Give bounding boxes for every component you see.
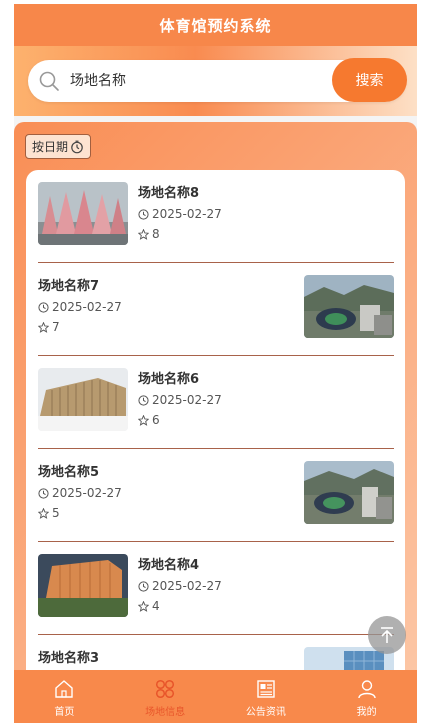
home-icon bbox=[55, 680, 74, 698]
bottom-tab-bar: 首页 场地信息 公告资讯 我的 bbox=[14, 670, 417, 723]
venue-likes: 6 bbox=[152, 413, 160, 427]
venue-image bbox=[38, 368, 128, 431]
venue-item[interactable]: 场地名称6 2025-02-27 6 bbox=[38, 356, 394, 449]
star-icon bbox=[38, 322, 49, 333]
venue-name: 场地名称7 bbox=[38, 279, 100, 294]
venue-date: 2025-02-27 bbox=[52, 300, 122, 314]
venue-date: 2025-02-27 bbox=[152, 393, 222, 407]
search-icon bbox=[38, 70, 60, 92]
app-frame: 体育馆预约系统 场地名称 搜索 按日期 场地名称8 2025-02-27 8 场… bbox=[14, 4, 417, 723]
venue-item[interactable]: 场地名称5 2025-02-27 5 bbox=[38, 449, 394, 542]
venue-name: 场地名称6 bbox=[138, 372, 200, 387]
venue-name: 场地名称8 bbox=[138, 186, 200, 201]
clock-icon bbox=[138, 581, 149, 592]
venue-likes: 4 bbox=[152, 599, 160, 613]
tab-news[interactable]: 公告资讯 bbox=[216, 670, 317, 723]
user-icon bbox=[357, 680, 376, 699]
venue-list: 场地名称8 2025-02-27 8 场地名称7 2025-02-27 7 场地… bbox=[26, 170, 405, 710]
clock-icon bbox=[138, 209, 149, 220]
clock-icon bbox=[38, 302, 49, 313]
venue-image bbox=[304, 461, 394, 524]
venue-name: 场地名称3 bbox=[38, 651, 100, 666]
venue-image bbox=[304, 275, 394, 338]
venue-panel: 按日期 场地名称8 2025-02-27 8 场地名称7 2025-02-27 … bbox=[14, 122, 417, 710]
star-icon bbox=[38, 508, 49, 519]
tab-home-label: 首页 bbox=[54, 707, 75, 718]
star-icon bbox=[138, 601, 149, 612]
search-button[interactable]: 搜索 bbox=[332, 58, 407, 102]
clock-icon bbox=[138, 395, 149, 406]
venue-image bbox=[38, 554, 128, 617]
star-icon bbox=[138, 229, 149, 240]
venue-item[interactable]: 场地名称8 2025-02-27 8 bbox=[38, 170, 394, 263]
venue-image bbox=[38, 182, 128, 245]
venue-item[interactable]: 场地名称7 2025-02-27 7 bbox=[38, 263, 394, 356]
timer-icon bbox=[71, 140, 83, 153]
page-title: 体育馆预约系统 bbox=[159, 16, 272, 35]
sort-by-date-label: 按日期 bbox=[32, 140, 69, 154]
venue-likes: 5 bbox=[52, 506, 60, 520]
venue-date: 2025-02-27 bbox=[52, 486, 122, 500]
clock-icon bbox=[38, 488, 49, 499]
tab-venues-label: 场地信息 bbox=[145, 707, 186, 718]
venue-likes: 7 bbox=[52, 320, 60, 334]
tab-mine[interactable]: 我的 bbox=[316, 670, 417, 723]
tab-mine-label: 我的 bbox=[356, 707, 377, 718]
tab-news-label: 公告资讯 bbox=[245, 707, 286, 718]
back-to-top-button[interactable] bbox=[368, 616, 406, 654]
title-bar: 体育馆预约系统 bbox=[14, 4, 417, 46]
venue-item[interactable]: 场地名称4 2025-02-27 4 bbox=[38, 542, 394, 635]
venue-date: 2025-02-27 bbox=[152, 207, 222, 221]
arrow-up-icon bbox=[381, 627, 393, 643]
venue-name: 场地名称4 bbox=[138, 558, 200, 573]
search-area: 场地名称 搜索 bbox=[14, 46, 417, 116]
venue-likes: 8 bbox=[152, 227, 160, 241]
venue-date: 2025-02-27 bbox=[152, 579, 222, 593]
venue-name: 场地名称5 bbox=[38, 465, 100, 480]
search-input[interactable]: 场地名称 bbox=[70, 60, 126, 102]
tab-venues[interactable]: 场地信息 bbox=[115, 670, 216, 723]
star-icon bbox=[138, 415, 149, 426]
news-icon bbox=[257, 680, 275, 698]
tab-home[interactable]: 首页 bbox=[14, 670, 115, 723]
sort-by-date-button[interactable]: 按日期 bbox=[25, 134, 92, 159]
grid-icon bbox=[156, 679, 175, 699]
